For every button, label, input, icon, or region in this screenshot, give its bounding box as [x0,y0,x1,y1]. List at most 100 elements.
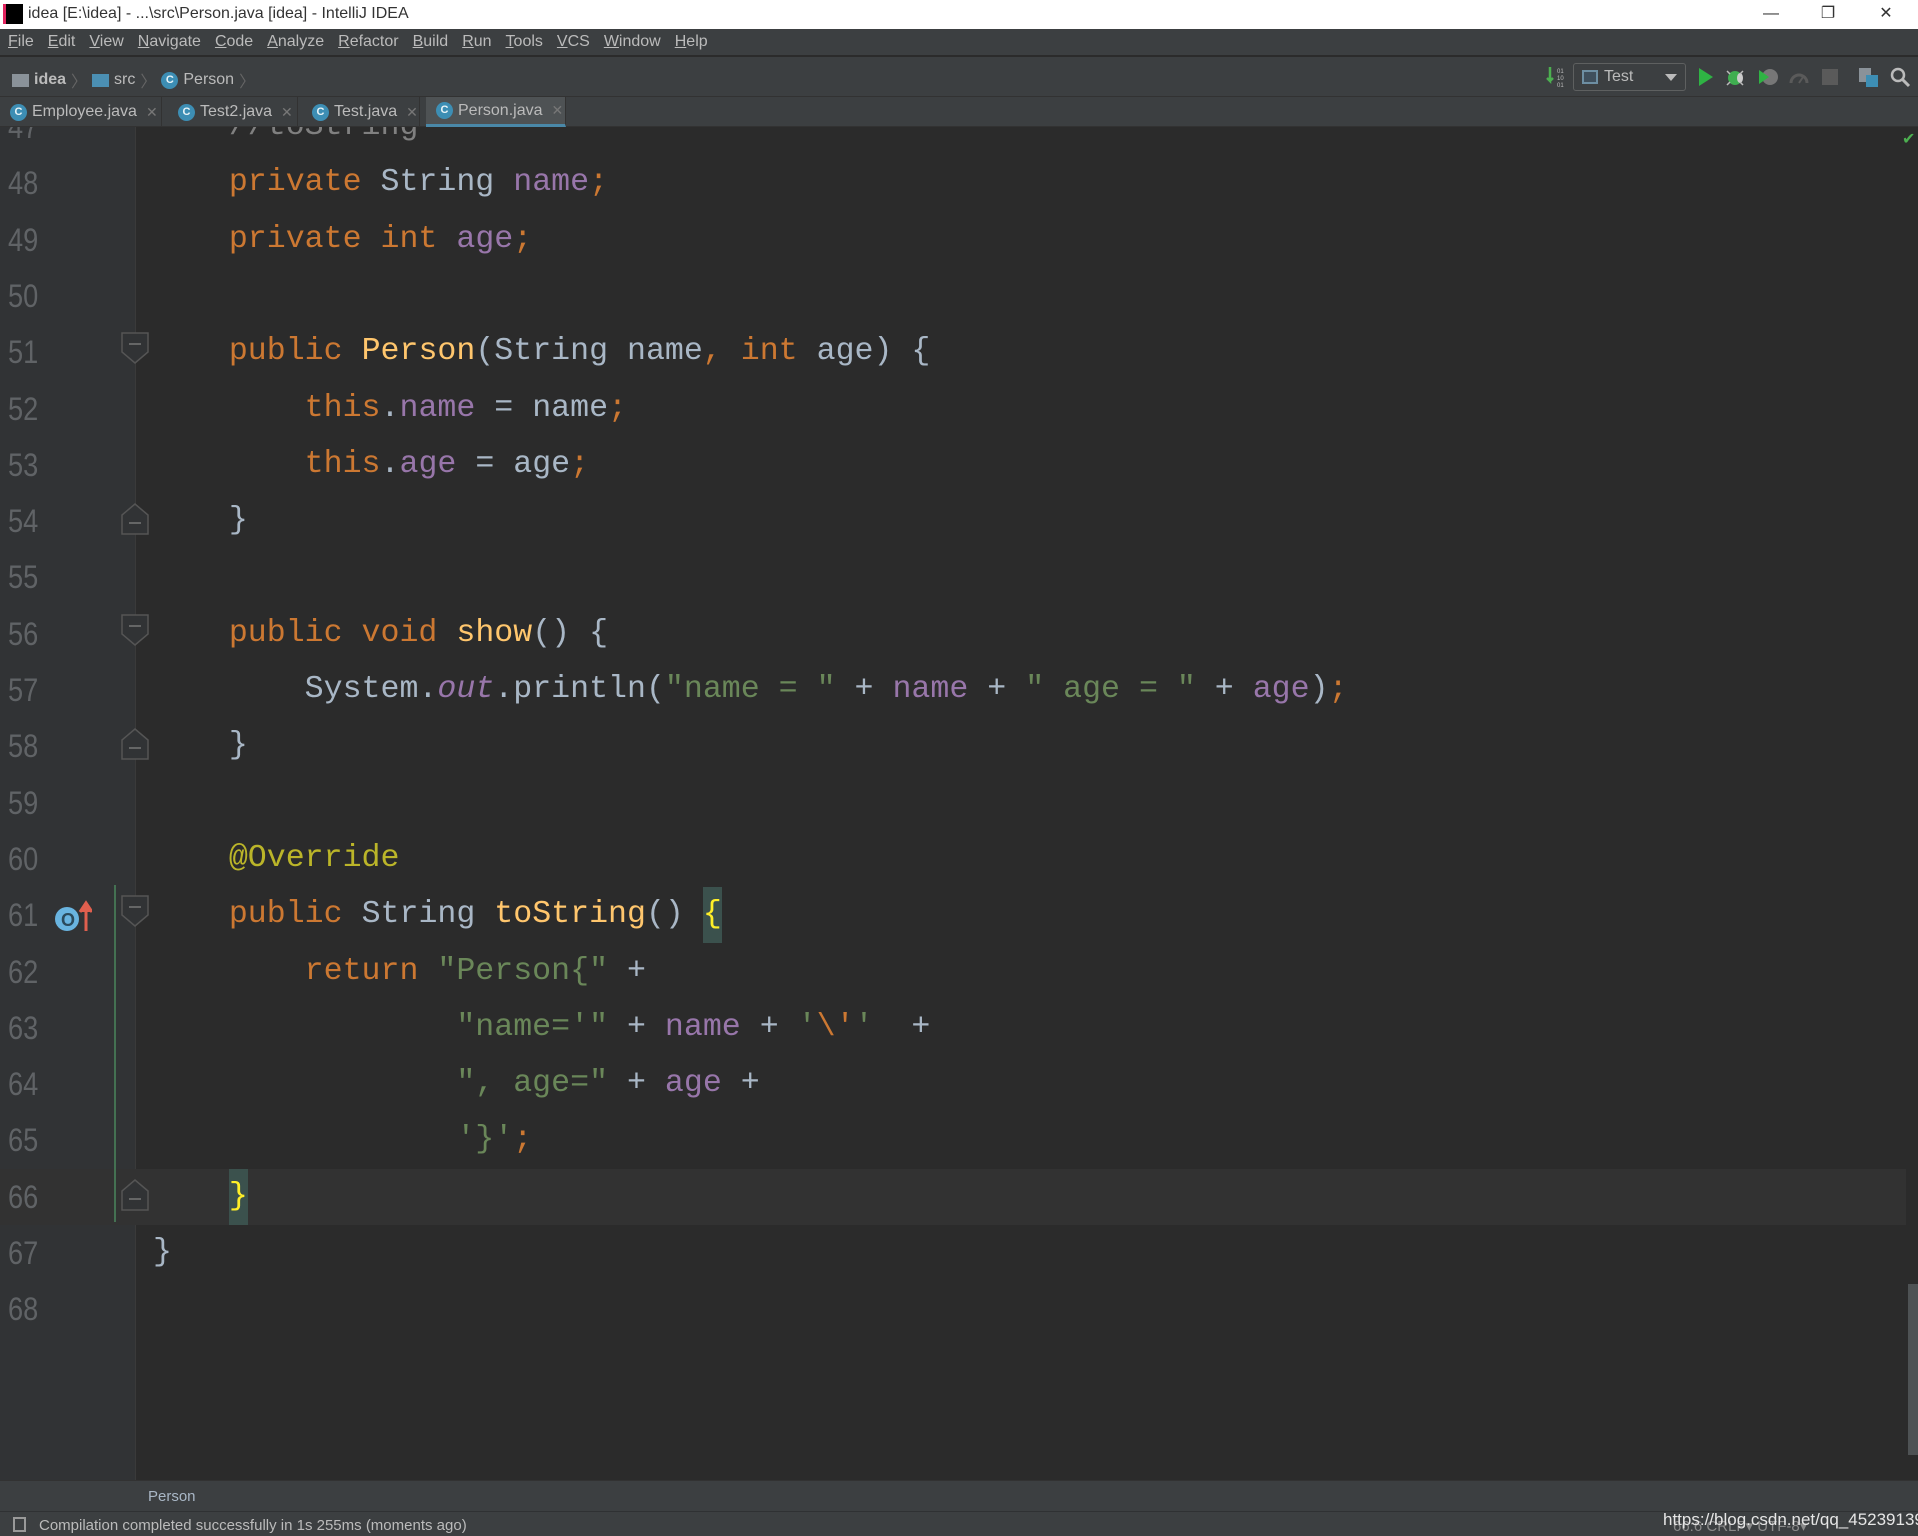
vertical-scrollbar[interactable] [1906,127,1918,1480]
close-tab-icon[interactable]: ✕ [552,102,564,119]
line-number[interactable]: 62 [8,954,38,991]
code-line[interactable]: 63 "name='" + name + '\'' + [0,1000,1906,1056]
tab-employee-java[interactable]: C Employee.java ✕ [0,97,162,127]
code-line[interactable]: 51 public Person(String name, int age) { [0,324,1906,380]
line-number[interactable]: 60 [8,841,38,878]
code-line[interactable]: 48 private String name; [0,155,1906,211]
menu-analyze[interactable]: Analyze [259,29,330,51]
line-number[interactable]: 59 [8,785,38,822]
profile-icon[interactable] [1787,65,1811,89]
code-token: { [702,887,722,944]
menu-code[interactable]: Code [207,29,259,51]
code-line[interactable]: 59 [0,775,1906,831]
code-token: } [153,1235,172,1270]
menu-window[interactable]: Window [596,29,667,51]
code-line[interactable]: 61 public String toString() { [0,887,1906,944]
line-number[interactable]: 53 [8,447,38,484]
code-line[interactable]: 52 this.name = name; [0,381,1906,437]
line-number[interactable]: 47 [8,127,38,146]
line-number[interactable]: 61 [8,897,38,934]
build-icon[interactable]: 011001 [1544,65,1568,89]
code-line[interactable]: 49 private int age; [0,212,1906,268]
code-line[interactable]: 47 //toString [0,127,1906,155]
line-number[interactable]: 51 [8,334,38,371]
close-tab-icon[interactable]: ✕ [281,104,293,121]
close-tab-icon[interactable]: ✕ [406,104,418,121]
fold-end-icon[interactable] [121,503,149,535]
line-number[interactable]: 65 [8,1122,38,1159]
minimize-button[interactable]: — [1751,2,1791,26]
breadcrumb-item-idea[interactable]: idea [34,71,66,89]
line-number[interactable]: 67 [8,1235,38,1272]
code-line[interactable]: 65 '}'; [0,1112,1906,1168]
debug-icon[interactable] [1724,65,1748,89]
line-number[interactable]: 52 [8,391,38,428]
line-number[interactable]: 49 [8,222,38,259]
menu-view[interactable]: View [81,29,129,51]
tool-window-toggle-icon[interactable] [13,1517,26,1532]
vcs-change-marker[interactable] [114,885,116,1222]
menu-vcs[interactable]: VCS [549,29,596,51]
menu-tools[interactable]: Tools [498,29,549,51]
coverage-icon[interactable] [1756,65,1780,89]
line-number[interactable]: 64 [8,1066,38,1103]
line-number[interactable]: 50 [8,278,38,315]
code-editor[interactable]: 47 //toString48 private String name;49 p… [0,127,1918,1480]
code-line[interactable]: 50 [0,268,1906,324]
code-text: } [153,726,248,766]
code-token: " age = " [1025,672,1196,707]
breadcrumb: idea 〉 src 〉 C Person 〉 [12,68,255,92]
overrides-method-icon[interactable]: O [52,899,92,933]
line-number[interactable]: 63 [8,1010,38,1047]
fold-collapse-icon[interactable] [121,613,149,646]
fold-end-icon[interactable] [121,728,149,761]
fold-end-icon[interactable] [121,1178,149,1211]
tab-person-java[interactable]: C Person.java ✕ [426,97,566,127]
line-number[interactable]: 68 [8,1291,38,1328]
menu-navigate[interactable]: Navigate [130,29,207,51]
code-line[interactable]: 53 this.age = age; [0,437,1906,493]
code-line[interactable]: 57 System.out.println("name = " + name +… [0,662,1906,718]
run-configuration-dropdown[interactable]: Test [1573,63,1686,91]
line-number[interactable]: 54 [8,503,38,540]
code-line[interactable]: 54 } [0,493,1906,549]
line-number[interactable]: 56 [8,616,38,653]
menu-build[interactable]: Build [405,29,455,51]
code-line[interactable]: 58 } [0,718,1906,774]
code-line[interactable]: 64 ", age=" + age + [0,1056,1906,1112]
project-structure-icon[interactable] [1856,65,1880,89]
close-button[interactable]: ✕ [1866,2,1906,26]
restore-button[interactable]: ❐ [1808,2,1848,26]
code-line[interactable]: 67} [0,1225,1906,1281]
stop-icon[interactable] [1818,65,1842,89]
tab-test2-java[interactable]: C Test2.java ✕ [168,97,298,127]
line-number[interactable]: 55 [8,559,38,596]
code-line[interactable]: 62 return "Person{" + [0,944,1906,1000]
line-number[interactable]: 48 [8,165,38,202]
code-line[interactable]: 60 @Override [0,831,1906,887]
search-icon[interactable] [1888,65,1912,89]
scrollbar-thumb[interactable] [1908,1284,1918,1455]
line-number[interactable]: 58 [8,728,38,765]
breadcrumb-item-src[interactable]: src [114,71,135,89]
breadcrumb-item-person[interactable]: Person [183,71,234,89]
code-line[interactable]: 66 } [0,1168,1906,1225]
code-token: ; [608,390,628,426]
run-icon[interactable] [1693,65,1717,89]
menu-refactor[interactable]: Refactor [330,29,404,51]
line-number[interactable]: 66 [8,1179,38,1216]
fold-collapse-icon[interactable] [121,332,149,365]
code-token: name [892,672,969,707]
menu-run[interactable]: Run [454,29,497,51]
close-tab-icon[interactable]: ✕ [146,104,158,121]
fold-collapse-icon[interactable] [121,895,149,928]
code-line[interactable]: 68 [0,1281,1906,1337]
menu-help[interactable]: Help [667,29,714,51]
tab-test-java[interactable]: C Test.java ✕ [302,97,420,127]
code-line[interactable]: 56 public void show() { [0,606,1906,662]
code-line[interactable]: 55 [0,549,1906,605]
line-number[interactable]: 57 [8,672,38,709]
editor-breadcrumb-person[interactable]: Person [148,1488,196,1505]
menu-file[interactable]: File [0,29,40,51]
menu-edit[interactable]: Edit [40,29,82,51]
